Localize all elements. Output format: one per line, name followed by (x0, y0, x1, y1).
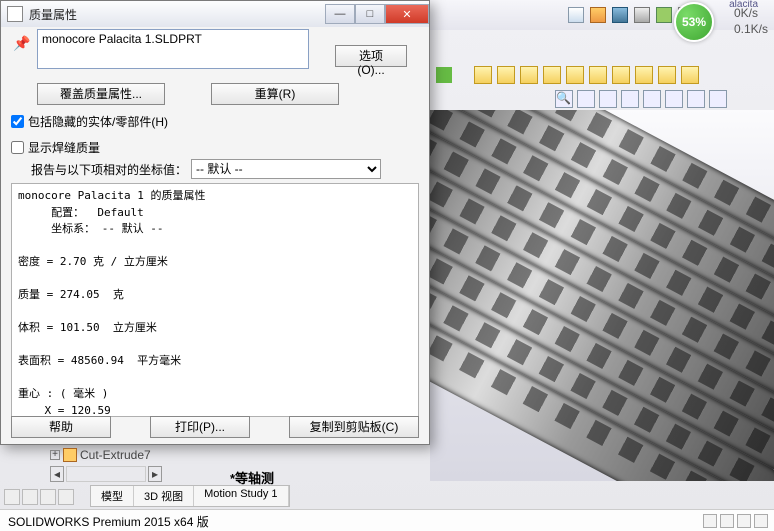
minimize-button[interactable]: — (325, 4, 355, 24)
dialog-titlebar[interactable]: 质量属性 — □ ✕ (1, 1, 429, 27)
scroll-right-icon[interactable]: ▸ (148, 466, 162, 482)
sketch-icon-7[interactable] (612, 66, 630, 84)
status-icon-1[interactable] (703, 514, 717, 528)
expand-icon[interactable]: + (50, 450, 60, 460)
save-icon[interactable] (612, 7, 628, 23)
override-button[interactable]: 覆盖质量属性... (37, 83, 165, 105)
status-bar: SOLIDWORKS Premium 2015 x64 版 (0, 509, 774, 531)
status-text: SOLIDWORKS Premium 2015 x64 版 (8, 515, 209, 529)
include-hidden-label: 包括隐藏的实体/零部件(H) (28, 113, 168, 130)
appearance-icon[interactable] (709, 90, 727, 108)
btm-icon-4[interactable] (58, 489, 74, 505)
copy-clipboard-button[interactable]: 复制到剪贴板(C) (289, 416, 419, 438)
sketch-icon-3[interactable] (520, 66, 538, 84)
feature-tree[interactable]: + Cut-Extrude7 ◂ ▸ (50, 448, 162, 480)
sketch-icon-9[interactable] (658, 66, 676, 84)
coord-system-select[interactable]: -- 默认 -- (191, 159, 381, 179)
btm-icon-1[interactable] (4, 489, 20, 505)
prev-view-icon[interactable] (599, 90, 617, 108)
perf-rates: 0K/s 0.1K/s (734, 6, 768, 37)
filename-text: monocore Palacita 1.SLDPRT (42, 32, 202, 46)
view-orient-icon[interactable] (643, 90, 661, 108)
sketch-icon-4[interactable] (543, 66, 561, 84)
heads-up-view-toolbar: 🔍 (555, 90, 727, 108)
results-textarea[interactable]: monocore Palacita 1 的质量属性 配置： Default 坐标… (11, 183, 419, 417)
zoom-fit-icon[interactable]: 🔍 (555, 90, 573, 108)
include-hidden-checkbox[interactable] (11, 115, 24, 128)
pin-icon[interactable]: 📌 (13, 35, 30, 52)
motion-tabs: 模型 3D 视图 Motion Study 1 (90, 485, 290, 507)
btm-icon-3[interactable] (40, 489, 56, 505)
hide-show-icon[interactable] (687, 90, 705, 108)
command-toolbar (430, 63, 774, 87)
feature-label[interactable]: Cut-Extrude7 (80, 448, 151, 462)
sketch-icon-6[interactable] (589, 66, 607, 84)
tab-motion-study[interactable]: Motion Study 1 (194, 486, 288, 506)
zoom-area-icon[interactable] (577, 90, 595, 108)
tab-3dview[interactable]: 3D 视图 (134, 486, 194, 506)
show-weld-checkbox[interactable] (11, 141, 24, 154)
status-icon-4[interactable] (754, 514, 768, 528)
feature-icon (63, 448, 77, 462)
mass-properties-dialog: 质量属性 — □ ✕ 📌 monocore Palacita 1.SLDPRT … (0, 0, 430, 445)
tab-model[interactable]: 模型 (91, 486, 134, 506)
options-button[interactable]: 选项(O)... (335, 45, 407, 67)
status-right-icons (703, 514, 768, 528)
sketch-icon-2[interactable] (497, 66, 515, 84)
display-style-icon[interactable] (665, 90, 683, 108)
status-icon-2[interactable] (720, 514, 734, 528)
dialog-icon (7, 6, 23, 22)
cmd-icon[interactable] (436, 67, 452, 83)
coord-label: 报告与以下项相对的坐标值： (31, 161, 187, 178)
3d-part-model (430, 110, 774, 481)
close-button[interactable]: ✕ (385, 4, 429, 24)
perf-name: alacita (729, 0, 758, 10)
show-weld-label: 显示焊缝质量 (28, 139, 100, 156)
sketch-icon-8[interactable] (635, 66, 653, 84)
new-icon[interactable] (568, 7, 584, 23)
rebuild-icon[interactable] (656, 7, 672, 23)
performance-badge[interactable]: 53% (674, 2, 714, 42)
dialog-title: 质量属性 (29, 6, 325, 23)
sketch-icon-5[interactable] (566, 66, 584, 84)
graphics-viewport[interactable] (430, 110, 774, 481)
status-icon-3[interactable] (737, 514, 751, 528)
help-button[interactable]: 帮助 (11, 416, 111, 438)
sketch-icon-1[interactable] (474, 66, 492, 84)
print-button[interactable]: 打印(P)... (150, 416, 250, 438)
btm-icon-2[interactable] (22, 489, 38, 505)
scroll-left-icon[interactable]: ◂ (50, 466, 64, 482)
sketch-icon-10[interactable] (681, 66, 699, 84)
print-icon[interactable] (634, 7, 650, 23)
open-icon[interactable] (590, 7, 606, 23)
maximize-button[interactable]: □ (355, 4, 385, 24)
perf-pct: 53% (682, 15, 706, 29)
bottom-icon-bar (0, 487, 82, 507)
section-view-icon[interactable] (621, 90, 639, 108)
recalculate-button[interactable]: 重算(R) (211, 83, 339, 105)
filename-box[interactable]: monocore Palacita 1.SLDPRT (37, 29, 309, 69)
